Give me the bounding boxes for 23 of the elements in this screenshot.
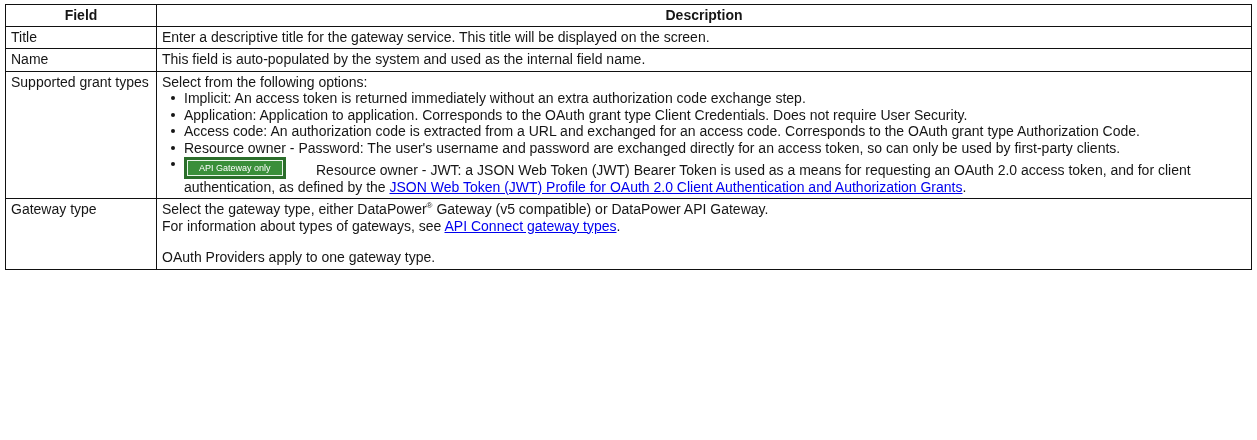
option-text: Application: Application to application. Corresponds to the OAuth grant type Client Credentials. Does not require User Security. [184, 106, 968, 123]
column-header: Description [156, 4, 1252, 26]
field-cell: Gateway type [5, 198, 157, 269]
description-text: OAuth Providers apply to one gateway type. [162, 249, 436, 265]
description-text: Enter a descriptive title for the gateway service. This title will be displayed on the screen. [162, 28, 710, 45]
description-text: Select from the following options: [162, 73, 368, 90]
description-text: Select the gateway type, either DataPower$^{®}$ Gateway (v5 compatible) or DataPower API Gateway. [162, 201, 769, 217]
description-text: For information about types of gateways, see API Connect gateway types. [162, 217, 621, 234]
bullet-icon [171, 145, 175, 150]
link[interactable]: API Connect gateway types [444, 217, 617, 234]
option-text: Resource owner - Password: The user's username and password are exchanged directly for an access token, so can only be used by first-party clients. [184, 139, 1121, 156]
bullet-icon [171, 96, 175, 100]
field-cell: Supported grant types [5, 71, 157, 199]
description-text: This field is auto-populated by the system and used as the internal field name. [162, 51, 646, 67]
gateway-badge: API Gateway only [184, 157, 286, 179]
column-header: Field [5, 4, 157, 26]
field-cell: Name [5, 48, 157, 71]
field-cell: Title [5, 26, 157, 49]
bullet-icon [171, 162, 175, 166]
bullet-icon [171, 112, 175, 117]
option-text: Implicit: An access token is returned immediately without an extra authorization code exchange step. [184, 90, 806, 106]
option-text: Access code: An authorization code is extracted from a URL and exchanged for an access code. Corresponds to the OAuth grant type Authorization Code. [184, 123, 1140, 139]
bullet-icon [171, 129, 175, 133]
